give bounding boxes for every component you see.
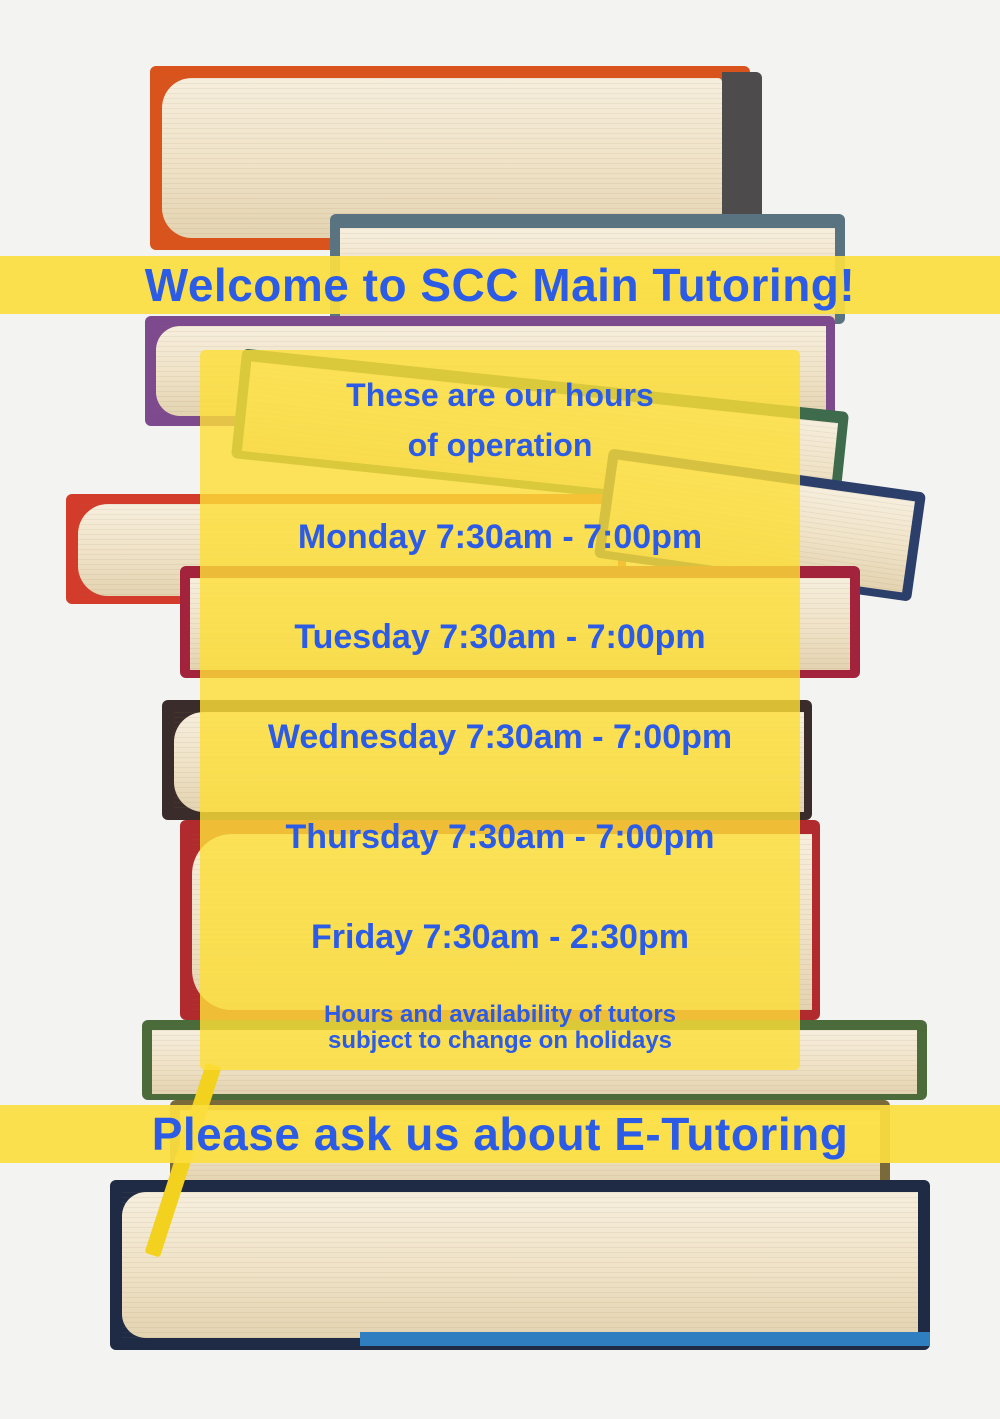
title-banner: Welcome to SCC Main Tutoring!	[0, 256, 1000, 314]
holiday-note: Hours and availability of tutors subject…	[200, 1002, 800, 1054]
hours-day-tuesday: Tuesday 7:30am - 7:00pm	[294, 618, 706, 656]
hours-intro: These are our hours of operation	[200, 370, 800, 470]
hours-day-friday: Friday 7:30am - 2:30pm	[311, 918, 689, 956]
page-title: Welcome to SCC Main Tutoring!	[144, 259, 856, 311]
e-tutoring-message: Please ask us about E-Tutoring	[151, 1108, 849, 1160]
footer-banner: Please ask us about E-Tutoring	[0, 1105, 1000, 1163]
hours-day-monday: Monday 7:30am - 7:00pm	[297, 518, 703, 556]
holiday-note-line-2: subject to change on holidays	[327, 1027, 673, 1054]
hours-panel: These are our hours of operation Monday …	[200, 350, 800, 1070]
hours-intro-line-1: These are our hours	[346, 377, 654, 413]
hours-day-thursday: Thursday 7:30am - 7:00pm	[285, 818, 715, 856]
holiday-note-line-1: Hours and availability of tutors	[323, 1001, 677, 1028]
hours-day-wednesday: Wednesday 7:30am - 7:00pm	[267, 718, 733, 756]
hours-intro-line-2: of operation	[407, 427, 593, 463]
